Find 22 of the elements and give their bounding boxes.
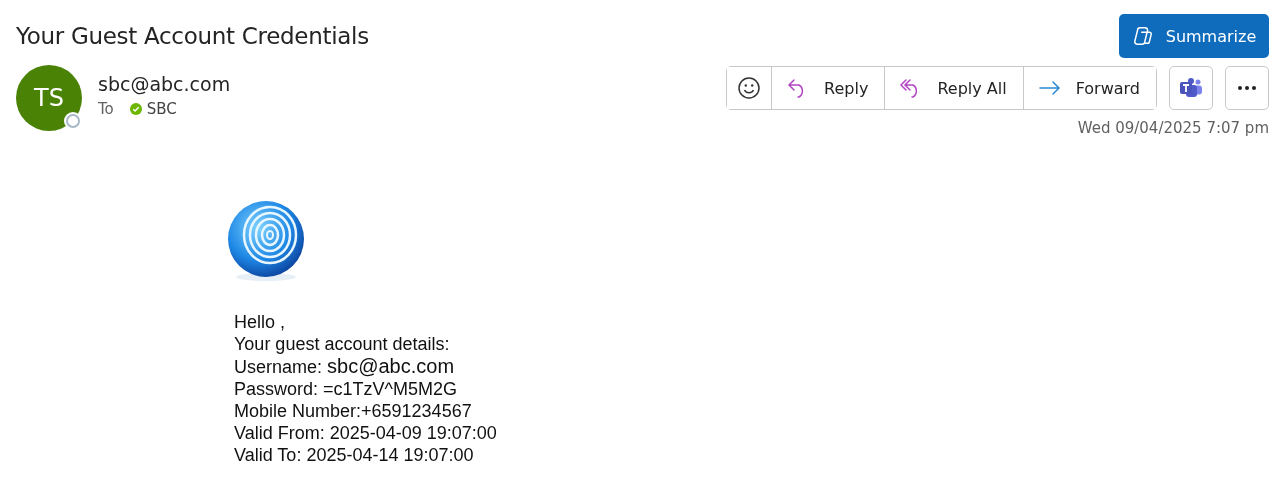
copilot-icon	[1131, 25, 1154, 47]
recipient-name[interactable]: SBC	[146, 100, 177, 118]
to-label: To	[98, 100, 114, 118]
body-line: Valid To: 2025-04-14 19:07:00	[234, 444, 475, 466]
body-line: Password: =c1TzV^M5M2G	[234, 378, 458, 400]
sender-avatar[interactable]: TS	[16, 65, 82, 131]
summarize-button[interactable]: Summarize	[1119, 14, 1269, 58]
presence-icon	[66, 114, 80, 128]
check-icon	[129, 103, 142, 115]
email-subject: Your Guest Account Credentials	[16, 23, 369, 49]
sender-address[interactable]: sbc@abc.com	[98, 73, 231, 95]
body-line: Valid From: 2025-04-09 19:07:00	[234, 422, 498, 444]
body-line: Mobile Number:+6591234567	[234, 400, 473, 422]
body-line: Username: sbc@abc.com	[234, 355, 456, 378]
teams-icon	[1179, 76, 1203, 100]
body-line: Hello ,	[234, 311, 287, 333]
teams-button[interactable]	[1169, 66, 1213, 110]
email-date: Wed 09/04/2025 7:07 pm	[1077, 119, 1269, 137]
body-line: Your guest account details:	[234, 333, 451, 355]
forward-button[interactable]: Forward	[1022, 67, 1156, 109]
more-icon	[1237, 85, 1257, 91]
smiley-icon	[737, 76, 762, 100]
